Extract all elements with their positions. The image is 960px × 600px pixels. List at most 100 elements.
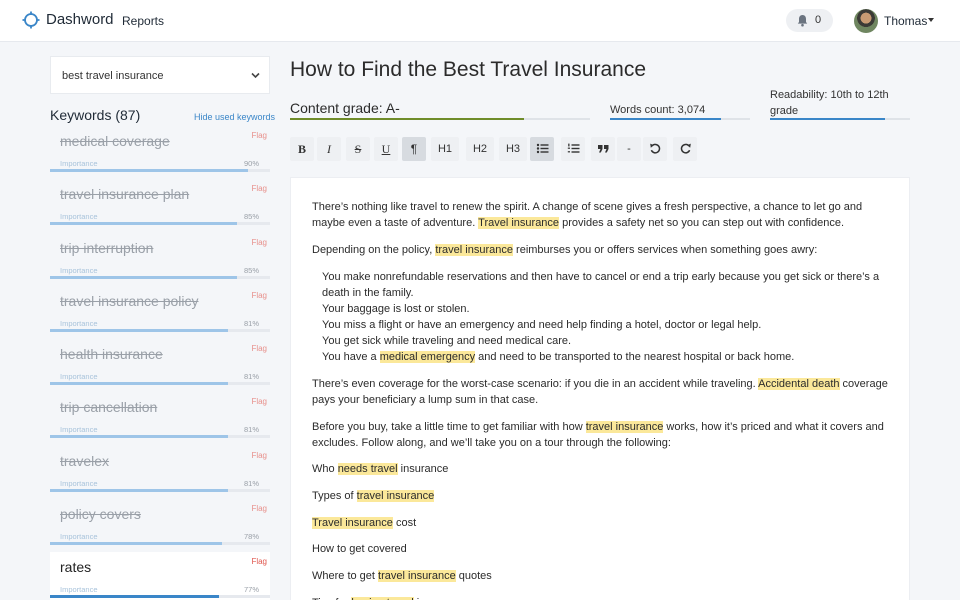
keyword-importance-label: Importance — [60, 159, 98, 168]
keyword-importance-bar-fill — [50, 275, 237, 279]
bold-button[interactable]: B — [290, 137, 314, 161]
editor-paragraph: How to get covered — [312, 541, 892, 557]
keyword-flag-link[interactable]: Flag — [251, 238, 267, 247]
keyword-importance-bar — [50, 595, 270, 599]
text-run: Who — [312, 463, 338, 475]
keyword-item[interactable]: trip cancellation Flag Importance 81% — [50, 392, 270, 446]
editor-paragraph: Who needs travel insurance — [312, 461, 892, 477]
keyword-importance-bar — [50, 435, 270, 439]
user-name[interactable]: Thomas — [884, 14, 927, 28]
keyword-item[interactable]: travel insurance policy Flag Importance 81% — [50, 285, 270, 340]
keyword-name: travel insurance policy — [60, 292, 199, 309]
editor-list-line: You miss a flight or have an emergency a… — [322, 317, 892, 333]
content-grade-bar — [290, 118, 590, 120]
editor-paragraph: Travel insurance cost — [312, 515, 892, 531]
content-grade-bar-fill — [290, 118, 524, 120]
keyword-importance-label: Importance — [60, 372, 98, 382]
paragraph-button[interactable]: ¶ — [402, 137, 426, 161]
keyword-flag-link[interactable]: Flag — [251, 344, 267, 353]
keyword-flag-link[interactable]: Flag — [251, 397, 267, 406]
editor-paragraph: Where to get travel insurance quotes — [312, 568, 892, 584]
keyword-importance-bar — [50, 328, 270, 332]
keyword-flag-link[interactable]: Flag — [251, 184, 267, 193]
query-select[interactable]: best travel insurance — [50, 56, 270, 94]
bullet-list-icon — [536, 143, 548, 154]
bullet-list-button[interactable] — [530, 137, 554, 161]
keyword-importance-value: 90% — [243, 159, 259, 168]
keyword-item[interactable]: trip interruption Flag Importance 85% — [50, 232, 270, 286]
keyword-flag-link[interactable]: Flag — [251, 451, 267, 460]
h1-button[interactable]: H1 — [431, 137, 459, 161]
underline-button[interactable]: U — [374, 137, 398, 161]
content-grade: Content grade: A- — [290, 100, 400, 116]
hide-used-keywords-link[interactable]: Hide used keywords — [194, 112, 275, 122]
keyword-highlight: travel insurance — [435, 244, 513, 256]
readability: Readability: 10th to 12th grade — [770, 89, 889, 117]
dashword-logo-icon[interactable] — [22, 11, 40, 29]
keyword-importance-label: Importance — [60, 425, 98, 435]
keyword-flag-link[interactable]: Flag — [251, 557, 267, 566]
keyword-item[interactable]: medical coverage Flag Importance 90% — [50, 126, 270, 180]
keyword-name: rates — [60, 559, 92, 576]
keyword-highlight: medical emergency — [379, 351, 476, 363]
redo-button[interactable] — [673, 137, 697, 161]
readability-bar — [770, 118, 910, 120]
keyword-importance-bar-fill — [50, 542, 222, 546]
keyword-list: medical coverage Flag Importance 90% travel … — [50, 126, 270, 600]
h3-button[interactable]: H3 — [499, 137, 527, 161]
keyword-importance-value: 81% — [243, 478, 259, 488]
document-title[interactable]: How to Find the Best Travel Insurance — [290, 58, 646, 82]
keyword-flag-link[interactable]: Flag — [251, 504, 267, 513]
editor-paragraph: Before you buy, take a little time to ge… — [312, 419, 892, 451]
text-run: You make nonrefundable reservations and … — [322, 271, 880, 299]
notifications-button[interactable]: 0 — [786, 9, 833, 32]
keyword-item[interactable]: travel insurance plan Flag Importance 85% — [50, 179, 270, 233]
text-run: You miss a flight or have an emergency a… — [322, 319, 762, 331]
keyword-importance-bar-fill — [50, 435, 229, 439]
user-avatar[interactable] — [854, 9, 878, 33]
keyword-importance-label: Importance — [60, 318, 98, 328]
numbered-list-icon — [567, 143, 579, 153]
keyword-name: trip cancellation — [60, 399, 158, 416]
undo-button[interactable] — [643, 137, 667, 161]
keyword-item[interactable]: rates Flag Importance 77% — [50, 552, 270, 600]
text-run: How to get covered — [312, 543, 407, 555]
keyword-importance-label: Importance — [60, 585, 98, 595]
keyword-item[interactable]: travelex Flag Importance 81% — [50, 445, 270, 500]
editor-paragraph: Tips for buying travel insurance — [312, 595, 892, 600]
keyword-flag-link[interactable]: Flag — [251, 131, 267, 140]
keyword-importance-bar — [50, 275, 270, 279]
editor-list-line: You have a medical emergency and need to… — [322, 349, 892, 365]
editor-list-line: You make nonrefundable reservations and … — [322, 269, 892, 301]
keyword-importance-value: 81% — [243, 318, 259, 328]
keyword-flag-link[interactable]: Flag — [251, 291, 267, 300]
editor-paragraph: Types of travel insurance — [312, 488, 892, 504]
keyword-highlight: travel insurance — [378, 570, 456, 582]
keyword-importance-value: 77% — [243, 585, 259, 595]
keyword-item[interactable]: health insurance Flag Importance 81% — [50, 339, 270, 393]
text-run: insurance — [397, 463, 449, 475]
words-count: Words count: 3,074 — [610, 104, 706, 116]
text-run: quotes — [455, 570, 492, 582]
notifications-count: 0 — [815, 14, 822, 26]
quote-button[interactable] — [591, 137, 615, 161]
keyword-highlight: Travel insurance — [478, 217, 560, 229]
h2-button[interactable]: H2 — [466, 137, 494, 161]
numbered-list-button[interactable] — [561, 137, 585, 161]
nav-reports-link[interactable]: Reports — [122, 14, 164, 28]
strikethrough-button[interactable]: S — [346, 137, 370, 161]
keyword-name: medical coverage — [60, 133, 170, 149]
keyword-highlight: travel insurance — [356, 490, 435, 502]
editor-paragraph: There’s even coverage for the worst-case… — [312, 376, 892, 408]
italic-button[interactable]: I — [317, 137, 341, 161]
editor-content[interactable]: There’s nothing like travel to renew the… — [290, 177, 910, 600]
text-run: cost — [392, 517, 417, 529]
keyword-highlight: Travel insurance — [312, 517, 393, 529]
caret-down-icon[interactable] — [928, 18, 934, 22]
text-run: Types of — [312, 490, 357, 502]
quote-icon — [597, 145, 608, 153]
divider-button[interactable]: - — [617, 137, 641, 161]
brand-name[interactable]: Dashword — [46, 11, 114, 28]
keyword-item[interactable]: policy covers Flag Importance 78% — [50, 499, 270, 553]
text-run: There’s even coverage for the worst-case… — [312, 378, 759, 390]
